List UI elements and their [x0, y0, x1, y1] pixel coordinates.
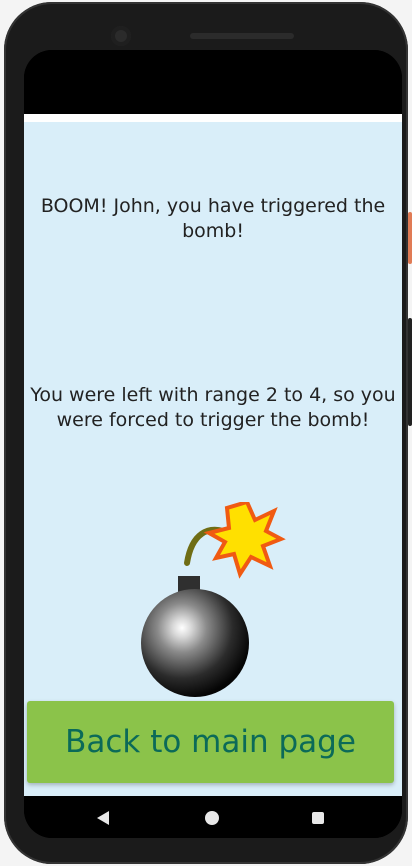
range-message: You were left with range 2 to 4, so you …: [30, 384, 396, 431]
app-top-strip: [24, 114, 402, 122]
back-triangle-icon[interactable]: [97, 811, 111, 825]
bomb-icon: [141, 502, 286, 697]
status-bar: [24, 50, 402, 114]
spark-burst: [203, 502, 286, 579]
front-camera: [111, 26, 131, 46]
device-screenshot: BOOM! John, you have triggered the bomb!…: [0, 0, 412, 866]
bomb-body: [141, 589, 249, 697]
home-circle-icon[interactable]: [205, 811, 219, 825]
earpiece-speaker: [190, 33, 294, 39]
power-button: [408, 212, 412, 264]
recents-square-icon[interactable]: [312, 812, 324, 824]
back-to-main-page-button[interactable]: Back to main page: [27, 701, 394, 783]
volume-button: [408, 318, 412, 426]
boom-message: BOOM! John, you have triggered the bomb!: [40, 195, 386, 242]
game-result-page: BOOM! John, you have triggered the bomb!…: [24, 122, 402, 796]
phone-frame: BOOM! John, you have triggered the bomb!…: [4, 2, 408, 864]
android-navigation-bar: [24, 796, 402, 838]
phone-screen: BOOM! John, you have triggered the bomb!…: [24, 50, 402, 838]
